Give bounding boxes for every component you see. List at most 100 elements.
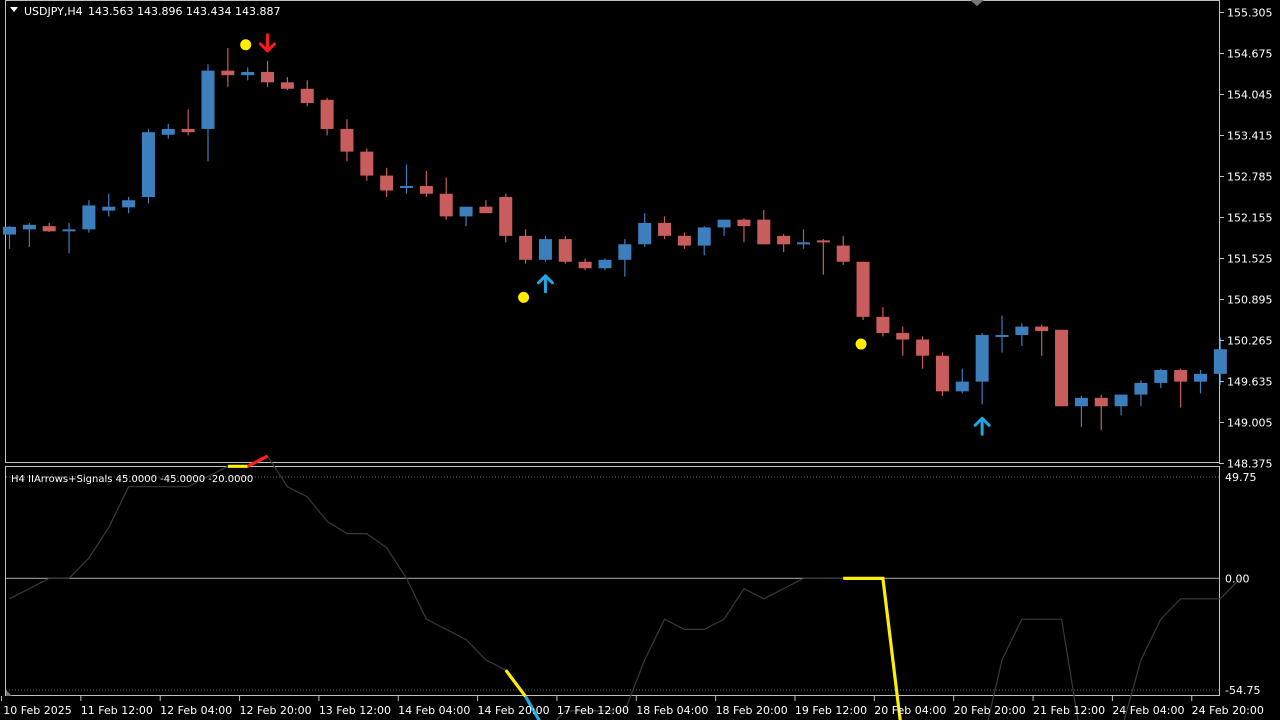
candle-body[interactable]	[439, 193, 453, 217]
candle-body[interactable]	[896, 333, 910, 340]
price-tick-label: 154.675	[1227, 48, 1273, 61]
candle-body[interactable]	[1035, 326, 1049, 332]
candle-body[interactable]	[1015, 326, 1029, 335]
time-tick-label: 10 Feb 2025	[3, 704, 71, 717]
price-tick-label: 153.415	[1227, 130, 1273, 143]
candle-body[interactable]	[161, 128, 175, 135]
price-tick-label: 149.005	[1227, 417, 1273, 430]
time-tick-label: 20 Feb 04:00	[874, 704, 946, 717]
candle-body[interactable]	[201, 70, 215, 129]
candle-body[interactable]	[717, 219, 731, 228]
signal-dot	[518, 291, 530, 303]
price-tick-label: 148.375	[1227, 458, 1273, 471]
background	[0, 0, 1280, 720]
candle-body[interactable]	[499, 196, 513, 236]
candle-body[interactable]	[816, 240, 830, 243]
candle-body[interactable]	[82, 205, 96, 230]
candle-body[interactable]	[995, 334, 1009, 337]
price-tick-label: 149.635	[1227, 376, 1273, 389]
candle-body[interactable]	[102, 206, 116, 211]
candle-body[interactable]	[221, 70, 235, 76]
candle-body[interactable]	[1174, 369, 1188, 382]
candle-body[interactable]	[241, 71, 255, 76]
candle-body[interactable]	[42, 226, 56, 232]
candle-body[interactable]	[1114, 394, 1128, 407]
candle-body[interactable]	[340, 128, 354, 152]
candle-body[interactable]	[1134, 382, 1148, 395]
candle-body[interactable]	[280, 82, 294, 89]
time-tick-label: 19 Feb 12:00	[795, 704, 867, 717]
candle-body[interactable]	[419, 185, 433, 194]
price-tick-label: 154.045	[1227, 89, 1273, 102]
candle-body[interactable]	[836, 245, 850, 262]
time-tick-label: 21 Feb 12:00	[1033, 704, 1105, 717]
indicator-level-label: 0.00	[1225, 572, 1250, 585]
time-tick-label: 20 Feb 20:00	[954, 704, 1026, 717]
time-tick-label: 12 Feb 20:00	[239, 704, 311, 717]
candle-body[interactable]	[62, 229, 76, 232]
candle-body[interactable]	[618, 244, 632, 260]
time-tick-label: 18 Feb 20:00	[716, 704, 788, 717]
candle-body[interactable]	[777, 235, 791, 245]
candle-body[interactable]	[300, 88, 314, 104]
candle-body[interactable]	[22, 224, 36, 230]
candle-body[interactable]	[1094, 397, 1108, 407]
candle-body[interactable]	[261, 71, 275, 83]
time-tick-label: 18 Feb 04:00	[636, 704, 708, 717]
candle-body[interactable]	[797, 242, 810, 245]
candle-body[interactable]	[1055, 329, 1069, 407]
candle-body[interactable]	[1154, 369, 1168, 383]
price-tick-label: 155.305	[1227, 7, 1273, 20]
time-tick-label: 11 Feb 12:00	[81, 704, 153, 717]
candle-body[interactable]	[1074, 397, 1088, 407]
candle-body[interactable]	[1194, 373, 1207, 382]
time-tick-label: 24 Feb 20:00	[1192, 704, 1264, 717]
candle-body[interactable]	[519, 235, 533, 260]
symbol-label: USDJPY,H4	[24, 5, 83, 18]
candle-body[interactable]	[975, 334, 989, 382]
indicator-level-label: 49.75	[1225, 471, 1257, 484]
signal-dot	[855, 338, 867, 350]
price-tick-label: 152.155	[1227, 212, 1273, 225]
candle-body[interactable]	[1213, 349, 1227, 374]
candle-body[interactable]	[638, 222, 652, 245]
time-tick-label: 17 Feb 12:00	[557, 704, 629, 717]
candle-body[interactable]	[955, 381, 969, 392]
candle-body[interactable]	[459, 206, 473, 217]
time-tick-label: 14 Feb 20:00	[478, 704, 550, 717]
ohlc-label: 143.563 143.896 143.434 143.887	[88, 5, 280, 18]
signal-dot	[240, 39, 252, 51]
candle-body[interactable]	[935, 355, 949, 392]
time-tick-label: 14 Feb 04:00	[398, 704, 470, 717]
candle-body[interactable]	[697, 227, 711, 246]
candle-body[interactable]	[558, 239, 572, 262]
candle-body[interactable]	[380, 175, 394, 191]
price-tick-label: 151.525	[1227, 253, 1273, 266]
candle-body[interactable]	[360, 151, 374, 176]
candle-body[interactable]	[598, 259, 612, 269]
price-tick-label: 150.265	[1227, 335, 1273, 348]
candle-body[interactable]	[538, 239, 552, 260]
time-tick-label: 13 Feb 12:00	[319, 704, 391, 717]
candle-body[interactable]	[876, 316, 890, 334]
candle-body[interactable]	[479, 206, 493, 214]
candle-body[interactable]	[3, 226, 16, 235]
candle-body[interactable]	[658, 222, 672, 236]
candle-body[interactable]	[141, 132, 155, 197]
candle-body[interactable]	[320, 99, 334, 129]
indicator-label: H4 IIArrows+Signals 45.0000 -45.0000 -20…	[11, 474, 253, 485]
candle-body[interactable]	[578, 261, 592, 269]
candle-body[interactable]	[400, 185, 413, 188]
price-tick-label: 152.785	[1227, 171, 1273, 184]
candle-body[interactable]	[677, 235, 691, 246]
candle-body[interactable]	[757, 219, 771, 245]
chart-window[interactable]: 155.305 154.675 154.045 153.415 152.785 152.1…	[0, 0, 1280, 720]
candle-body[interactable]	[916, 339, 930, 356]
time-tick-label: 24 Feb 04:00	[1112, 704, 1184, 717]
candle-body[interactable]	[737, 219, 751, 227]
candle-body[interactable]	[856, 261, 870, 317]
time-tick-label: 12 Feb 04:00	[160, 704, 232, 717]
indicator-level-label: -54.75	[1225, 684, 1260, 697]
candle-body[interactable]	[122, 200, 136, 208]
candle-body[interactable]	[181, 128, 195, 133]
